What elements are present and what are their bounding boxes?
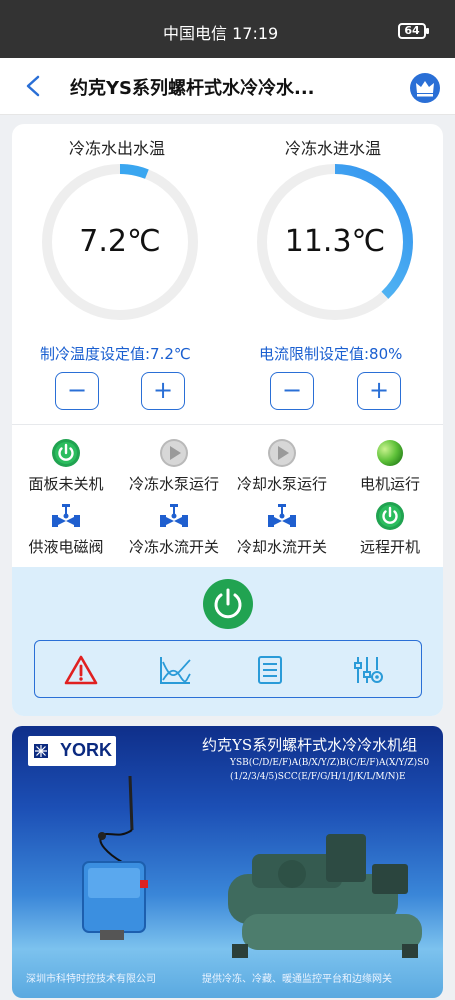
power-icon — [214, 588, 242, 619]
york-logo-text: YORK — [60, 740, 113, 760]
chiller-unit-image — [228, 834, 422, 958]
function-toolbar — [34, 640, 422, 698]
current-limit-label: 电流限制设定值:80% — [259, 345, 403, 363]
status-chilled-pump: 冷冻水泵运行 — [119, 437, 229, 494]
current-increase-button[interactable]: + — [357, 372, 401, 410]
trend-chart-icon[interactable] — [158, 654, 192, 686]
gateway-device-image — [82, 775, 148, 940]
cooling-decrease-button[interactable]: − — [55, 372, 99, 410]
battery-indicator: 64 — [398, 23, 429, 39]
power-on-icon — [376, 502, 404, 530]
status-liquid-valve: 供液电磁阀 — [12, 500, 121, 557]
banner-slogan: 提供冷冻、冷藏、暖通监控平台和边缘网关 — [202, 974, 392, 985]
status-label: 面板未关机 — [28, 475, 104, 493]
inlet-temp-value: 11.3℃ — [284, 224, 386, 259]
power-on-icon — [52, 439, 80, 467]
chevron-left-icon[interactable] — [22, 74, 46, 98]
status-label: 冷却水泵运行 — [236, 475, 327, 493]
valve-icon — [160, 504, 188, 527]
status-panel-off: 面板未关机 — [12, 437, 121, 494]
banner-title: 约克YS系列螺杆式水冷冷水机组 — [202, 736, 418, 754]
current-decrease-button[interactable]: − — [270, 372, 314, 410]
status-label: 电机运行 — [359, 475, 420, 493]
status-cooling-flow-switch: 冷却水流开关 — [227, 500, 337, 557]
outlet-temp-value: 7.2℃ — [79, 224, 161, 259]
snowflake-icon — [34, 744, 48, 758]
gauge-title-inlet: 冷冻水进水温 — [285, 139, 382, 158]
page-title: 约克YS系列螺杆式水冷冷水... — [70, 78, 315, 99]
play-gray-icon — [160, 439, 188, 467]
carrier-time: 中国电信 17:19 — [163, 24, 279, 43]
status-motor-running: 电机运行 — [335, 437, 443, 494]
alarm-icon[interactable] — [64, 654, 98, 686]
device-card: 冷冻水出水温 7.2℃ 冷冻水进水温 11.3℃ 制冷温度设定值:7.2℃ 电流… — [12, 124, 443, 716]
list-icon[interactable] — [253, 654, 287, 686]
banner-models: YSB(C/D/E/F)A(B/X/Y/Z)B(C/E/F)A(X/Y/Z)S0… — [230, 758, 430, 782]
status-cooling-pump: 冷却水泵运行 — [227, 437, 337, 494]
banner-company: 深圳市科特时控技术有限公司 — [26, 974, 156, 985]
status-label: 冷却水流开关 — [236, 538, 327, 556]
play-gray-icon — [268, 439, 296, 467]
york-product-banner[interactable]: YORK 约克YS系列螺杆式水冷冷水机组 YSB(C/D/E/F)A(B/X/Y… — [12, 726, 443, 998]
crown-icon[interactable] — [409, 72, 441, 104]
cooling-increase-button[interactable]: + — [141, 372, 185, 410]
green-ball-icon — [377, 440, 403, 466]
valve-icon — [52, 504, 80, 527]
cooling-setpoint-label: 制冷温度设定值:7.2℃ — [40, 345, 191, 363]
status-bar: 中国电信 17:19 64 — [0, 0, 455, 58]
york-logo: YORK — [28, 736, 116, 766]
status-label: 冷冻水泵运行 — [128, 475, 219, 493]
power-button[interactable] — [203, 579, 253, 629]
status-label: 冷冻水流开关 — [128, 538, 219, 556]
valve-icon — [268, 504, 296, 527]
status-label: 供液电磁阀 — [28, 538, 104, 556]
status-remote-start: 远程开机 — [335, 500, 443, 557]
app-header: 约克YS系列螺杆式水冷冷水... — [0, 58, 455, 115]
settings-sliders-icon[interactable] — [351, 654, 385, 686]
control-panel — [12, 567, 443, 716]
status-label: 远程开机 — [359, 538, 420, 556]
gauge-title-outlet: 冷冻水出水温 — [69, 139, 166, 158]
divider — [12, 424, 443, 425]
status-chilled-flow-switch: 冷冻水流开关 — [119, 500, 229, 557]
